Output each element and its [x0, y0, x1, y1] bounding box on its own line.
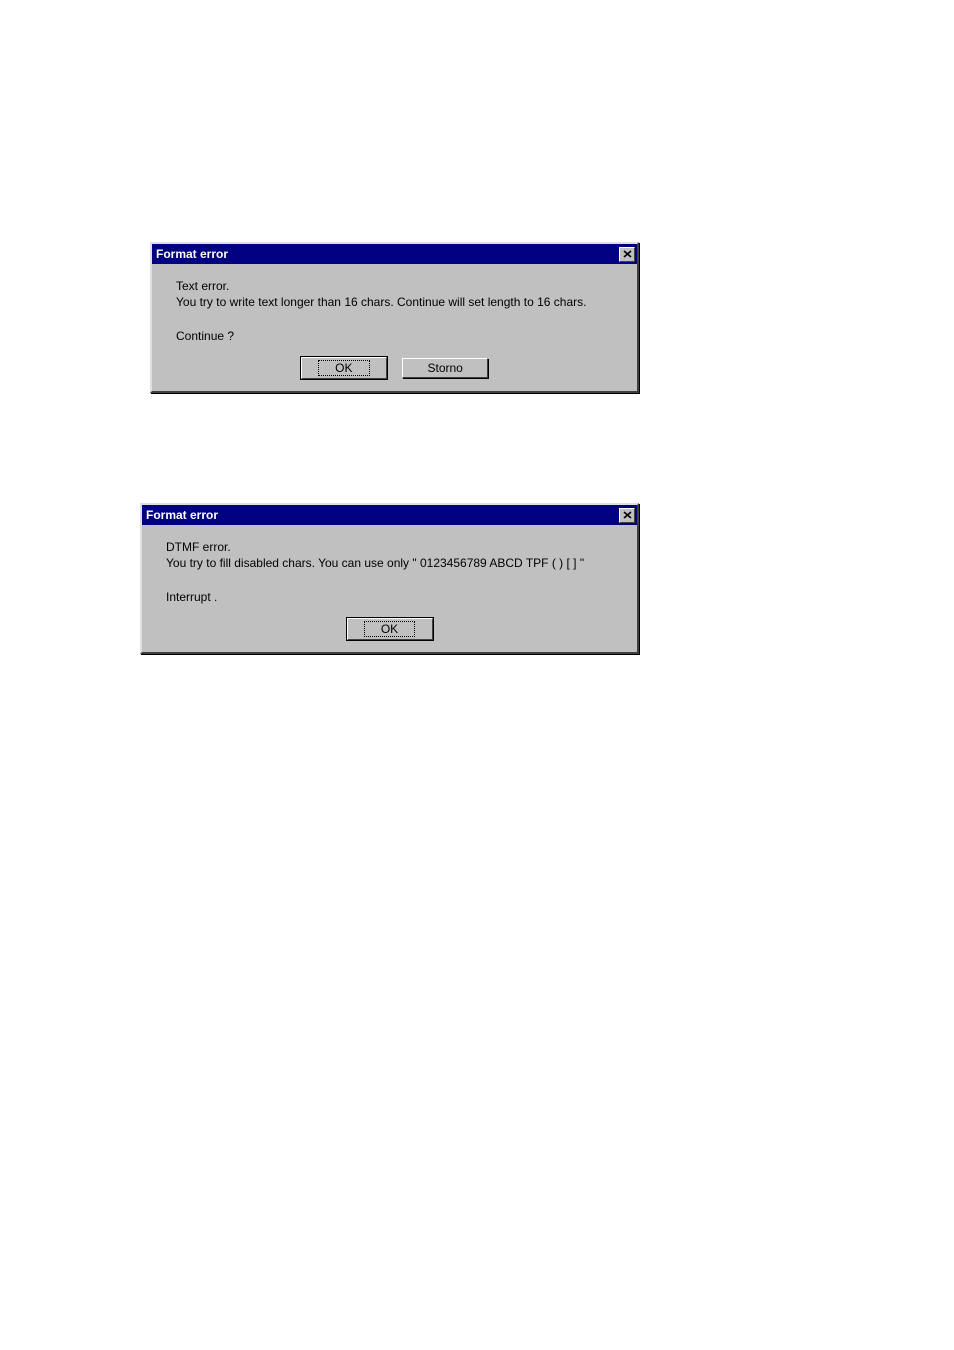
titlebar: Format error [142, 505, 637, 525]
button-row: OK [142, 618, 637, 652]
message-line-1: Text error. [176, 278, 619, 294]
format-error-dialog-1: Format error Text error. You try to writ… [150, 242, 639, 393]
ok-button[interactable]: OK [347, 618, 433, 640]
message-line-3: Continue ? [176, 328, 619, 344]
format-error-dialog-2: Format error DTMF error. You try to fill… [140, 503, 639, 654]
ok-button[interactable]: OK [301, 357, 387, 379]
message-line-3: Interrupt . [166, 589, 619, 605]
button-row: OK Storno [152, 357, 637, 391]
close-icon [623, 247, 632, 261]
message-line-2: You try to write text longer than 16 cha… [176, 294, 619, 310]
message-line-1: DTMF error. [166, 539, 619, 555]
message-line-2: You try to fill disabled chars. You can … [166, 555, 619, 571]
dialog-title: Format error [156, 247, 228, 261]
close-icon [623, 508, 632, 522]
close-button[interactable] [619, 247, 635, 262]
ok-button-label: OK [318, 360, 369, 376]
dialog-title: Format error [146, 508, 218, 522]
ok-button-label: OK [364, 621, 415, 637]
close-button[interactable] [619, 508, 635, 523]
titlebar: Format error [152, 244, 637, 264]
dialog-body: DTMF error. You try to fill disabled cha… [142, 525, 637, 618]
cancel-button[interactable]: Storno [402, 358, 488, 378]
dialog-body: Text error. You try to write text longer… [152, 264, 637, 357]
